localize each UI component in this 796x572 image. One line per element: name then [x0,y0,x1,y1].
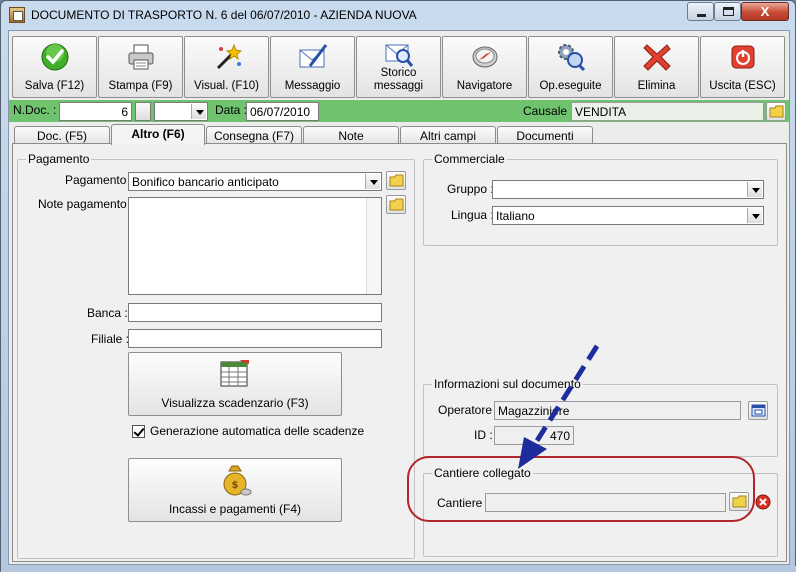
tab-altro[interactable]: Altro (F6) [111,124,205,145]
annotation-arrow [518,344,600,469]
status-bar [1,566,796,572]
app-window: DOCUMENTO DI TRASPORTO N. 6 del 06/07/20… [0,0,796,572]
